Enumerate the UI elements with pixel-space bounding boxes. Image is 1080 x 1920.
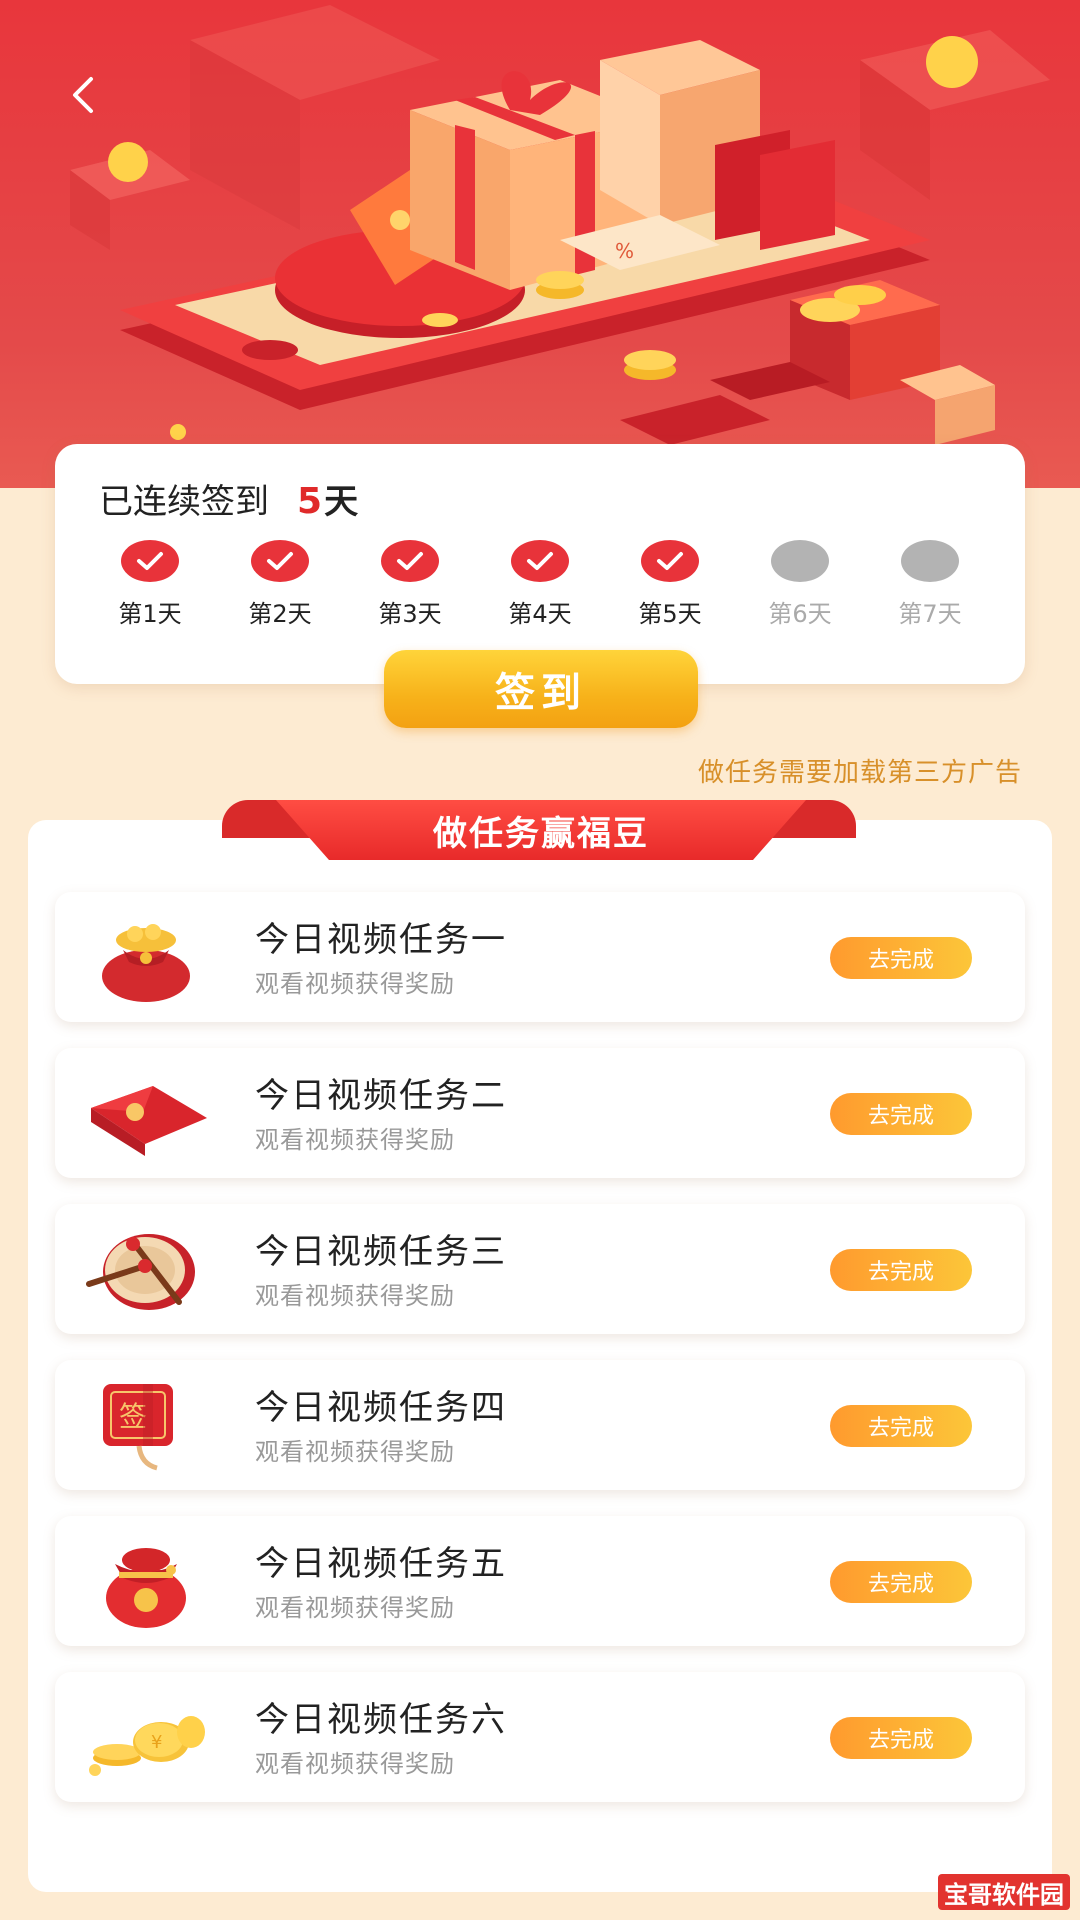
chevron-left-icon — [73, 77, 93, 113]
checkin-day-label: 第3天 — [378, 600, 442, 628]
task-card-3: 今日视频任务三观看视频获得奖励 去完成 — [55, 1204, 1025, 1334]
promo-banner: % — [0, 0, 1080, 488]
ad-notice: 做任务需要加载第三方广告 — [697, 758, 1022, 788]
complete-task-button[interactable]: 去完成 — [830, 1405, 972, 1447]
task-subtitle: 观看视频获得奖励 — [255, 970, 455, 998]
svg-text:¥: ¥ — [151, 1732, 162, 1753]
task-subtitle: 观看视频获得奖励 — [255, 1282, 455, 1310]
checkin-day-2: 第2天 — [215, 540, 345, 629]
task-card-4: 签 今日视频任务四观看视频获得奖励 去完成 — [55, 1360, 1025, 1490]
checkin-day-label: 第6天 — [768, 600, 832, 628]
drum-icon — [83, 1222, 209, 1318]
checkin-day-1: 第1天 — [85, 540, 215, 629]
shopping-gifts-illustration: % — [70, 5, 1050, 445]
checkin-day-4: 第4天 — [475, 540, 605, 629]
complete-task-button[interactable]: 去完成 — [830, 1561, 972, 1603]
task-subtitle: 观看视频获得奖励 — [255, 1594, 455, 1622]
section-title: 做任务赢福豆 — [276, 800, 806, 860]
red-envelope-icon — [83, 1066, 209, 1162]
task-title: 今日视频任务五 — [255, 1544, 507, 1584]
sign-card-icon: 签 — [83, 1378, 209, 1474]
check-icon — [381, 540, 439, 582]
checkin-day-6: 第6天 — [735, 540, 865, 629]
checkin-day-3: 第3天 — [345, 540, 475, 629]
checkin-card: 已连续签到 5 天 第1天 第2天 第3天 第4天 第5天 第6天 第7天 — [55, 444, 1025, 684]
checkin-day-7: 第7天 — [865, 540, 995, 629]
lucky-bag-icon — [83, 1534, 209, 1630]
sign-in-button[interactable]: 签到 — [384, 650, 698, 728]
checkin-unit: 天 — [324, 482, 359, 522]
checkin-days-row: 第1天 第2天 第3天 第4天 第5天 第6天 第7天 — [85, 540, 995, 629]
money-bag-icon — [83, 910, 209, 1006]
task-title: 今日视频任务一 — [255, 920, 507, 960]
check-icon — [511, 540, 569, 582]
complete-task-button[interactable]: 去完成 — [830, 1249, 972, 1291]
task-subtitle: 观看视频获得奖励 — [255, 1438, 455, 1466]
task-title: 今日视频任务四 — [255, 1388, 507, 1428]
checkin-streak: 已连续签到 5 天 — [99, 474, 358, 523]
checkin-day-label: 第4天 — [508, 600, 572, 628]
check-icon — [641, 540, 699, 582]
task-subtitle: 观看视频获得奖励 — [255, 1750, 455, 1778]
task-card-1: 今日视频任务一观看视频获得奖励 去完成 — [55, 892, 1025, 1022]
pending-dot-icon — [771, 540, 829, 582]
task-card-5: 今日视频任务五观看视频获得奖励 去完成 — [55, 1516, 1025, 1646]
task-card-2: 今日视频任务二观看视频获得奖励 去完成 — [55, 1048, 1025, 1178]
gold-coins-icon: ¥ — [83, 1690, 209, 1786]
checkin-prefix: 已连续签到 — [99, 482, 269, 522]
check-icon — [251, 540, 309, 582]
svg-text:%: % — [615, 239, 634, 263]
svg-text:签: 签 — [119, 1400, 147, 1433]
task-card-6: ¥ 今日视频任务六观看视频获得奖励 去完成 — [55, 1672, 1025, 1802]
checkin-day-label: 第7天 — [898, 600, 962, 628]
task-title: 今日视频任务三 — [255, 1232, 507, 1272]
checkin-day-label: 第5天 — [638, 600, 702, 628]
back-button[interactable] — [62, 70, 102, 120]
task-subtitle: 观看视频获得奖励 — [255, 1126, 455, 1154]
complete-task-button[interactable]: 去完成 — [830, 937, 972, 979]
check-icon — [121, 540, 179, 582]
watermark: 宝哥软件园 — [938, 1874, 1070, 1910]
task-title: 今日视频任务六 — [255, 1700, 507, 1740]
pending-dot-icon — [901, 540, 959, 582]
checkin-day-5: 第5天 — [605, 540, 735, 629]
complete-task-button[interactable]: 去完成 — [830, 1717, 972, 1759]
task-title: 今日视频任务二 — [255, 1076, 507, 1116]
checkin-count: 5 — [297, 481, 323, 522]
checkin-day-label: 第1天 — [118, 600, 182, 628]
complete-task-button[interactable]: 去完成 — [830, 1093, 972, 1135]
checkin-day-label: 第2天 — [248, 600, 312, 628]
